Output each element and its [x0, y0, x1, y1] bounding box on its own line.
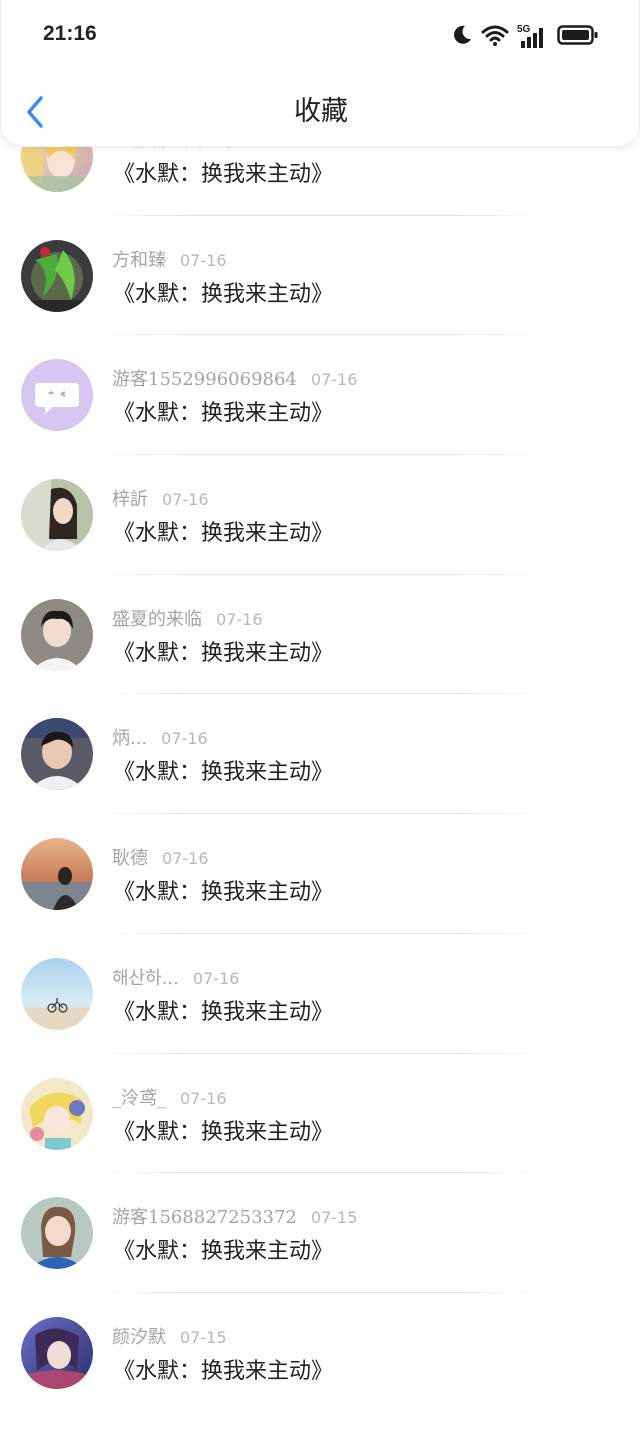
book-title[interactable]: 《水默：换我来主动》	[113, 998, 333, 1028]
book-title[interactable]: 《水默：换我来主动》	[113, 280, 333, 310]
list-item[interactable]: 游客1552996069864 07-16 《水默：换我来主动》	[0, 335, 640, 455]
avatar[interactable]	[21, 359, 93, 432]
user-name[interactable]: 耿德	[112, 848, 148, 869]
book-title[interactable]: 《水默：换我来主动》	[113, 519, 333, 549]
item-date: 07-16	[162, 849, 209, 869]
avatar[interactable]	[21, 1197, 93, 1270]
item-date: 07-16	[180, 1088, 227, 1108]
item-date: 07-15	[310, 1208, 358, 1228]
list-item[interactable]: 梓訢 07-16 《水默：换我来主动》	[0, 455, 640, 575]
list-item[interactable]: 耿德 07-16 《水默：换我来主动》	[0, 814, 640, 934]
avatar[interactable]	[21, 1316, 93, 1389]
list-item[interactable]: 方和臻 07-16 《水默：换我来主动》	[0, 216, 640, 336]
item-meta: 梓訢 07-16	[112, 488, 209, 512]
item-meta: 盛夏的来临 07-16	[112, 608, 263, 632]
item-date: 07-16	[162, 490, 209, 510]
book-title[interactable]: 《水默：换我来主动》	[113, 639, 333, 669]
list-item[interactable]: 炳... 07-16 《水默：换我来主动》	[0, 694, 640, 814]
user-name[interactable]: 炳...	[112, 728, 147, 749]
item-meta: 游客1552996069864 07-16	[112, 368, 357, 392]
item-meta: 耿德 07-16	[112, 847, 209, 871]
user-name[interactable]: 游客1552996069864	[112, 369, 297, 390]
page-title: 收藏	[294, 96, 348, 127]
list-item[interactable]: 颜汐默 07-15 《水默：换我来主动》	[0, 1293, 640, 1413]
list-item[interactable]: 盛夏的来临 07-16 《水默：换我来主动》	[0, 575, 640, 695]
book-title[interactable]: 《水默：换我来主动》	[113, 878, 333, 908]
user-name[interactable]: 梓訢	[112, 489, 148, 510]
wifi-icon	[481, 24, 509, 50]
avatar[interactable]	[21, 479, 93, 552]
avatar[interactable]	[21, 718, 93, 791]
user-name[interactable]: 颜汐默	[112, 1327, 166, 1348]
avatar[interactable]	[21, 239, 93, 312]
item-date: 07-16	[216, 609, 263, 629]
item-meta: 炳... 07-16	[112, 727, 208, 751]
avatar[interactable]	[21, 598, 93, 671]
list-item[interactable]: _泠鸢_ 07-16 《水默：换我来主动》	[0, 1054, 640, 1174]
moon-icon	[451, 24, 473, 50]
item-meta: 颜汐默 07-15	[112, 1326, 227, 1350]
book-title[interactable]: 《水默：换我来主动》	[113, 1357, 333, 1387]
list-item[interactable]: 游客1568827253372 07-15 《水默：换我来主动》	[0, 1173, 640, 1293]
top-bar: 21:16 5G 收藏	[0, 0, 640, 147]
list-item[interactable]: 해산하... 07-16 《水默：换我来主动》	[0, 934, 640, 1054]
user-name[interactable]: 해산하...	[112, 968, 179, 989]
favorites-list: 蓝色蒲公英之恋07-16 《水默：换我来主动》 方和臻07-16 《水默：换我来…	[0, 96, 640, 1413]
book-title[interactable]: 《水默：换我来主动》	[113, 160, 333, 190]
user-name[interactable]: 盛夏的来临	[112, 609, 202, 630]
user-name[interactable]: _泠鸢_	[112, 1088, 166, 1109]
item-date: 07-16	[192, 968, 240, 988]
user-name[interactable]: 方和臻	[112, 250, 166, 271]
book-title[interactable]: 《水默：换我来主动》	[113, 399, 333, 429]
user-name[interactable]: 游客1568827253372	[112, 1207, 297, 1228]
item-meta: 方和臻 07-16	[112, 249, 227, 273]
item-date: 07-15	[180, 1327, 227, 1347]
avatar[interactable]	[21, 957, 93, 1030]
item-meta: 해산하... 07-16	[112, 967, 239, 991]
battery-icon	[557, 24, 599, 50]
avatar[interactable]	[21, 1077, 93, 1150]
item-meta: 游客1568827253372 07-15	[112, 1206, 357, 1230]
screen: 蓝色蒲公英之恋07-16 《水默：换我来主动》 方和臻07-16 《水默：换我来…	[0, 0, 640, 1429]
item-date: 07-16	[310, 370, 358, 390]
status-time: 21:16	[43, 22, 97, 45]
status-icons: 5G	[451, 23, 599, 51]
book-title[interactable]: 《水默：换我来主动》	[113, 758, 333, 788]
book-title[interactable]: 《水默：换我来主动》	[113, 1118, 333, 1148]
signal-icon: 5G	[517, 24, 549, 50]
avatar[interactable]	[21, 838, 93, 911]
item-date: 07-16	[161, 729, 208, 749]
book-title[interactable]: 《水默：换我来主动》	[113, 1237, 333, 1267]
item-meta: _泠鸢_ 07-16	[112, 1087, 227, 1111]
item-date: 07-16	[180, 250, 227, 270]
